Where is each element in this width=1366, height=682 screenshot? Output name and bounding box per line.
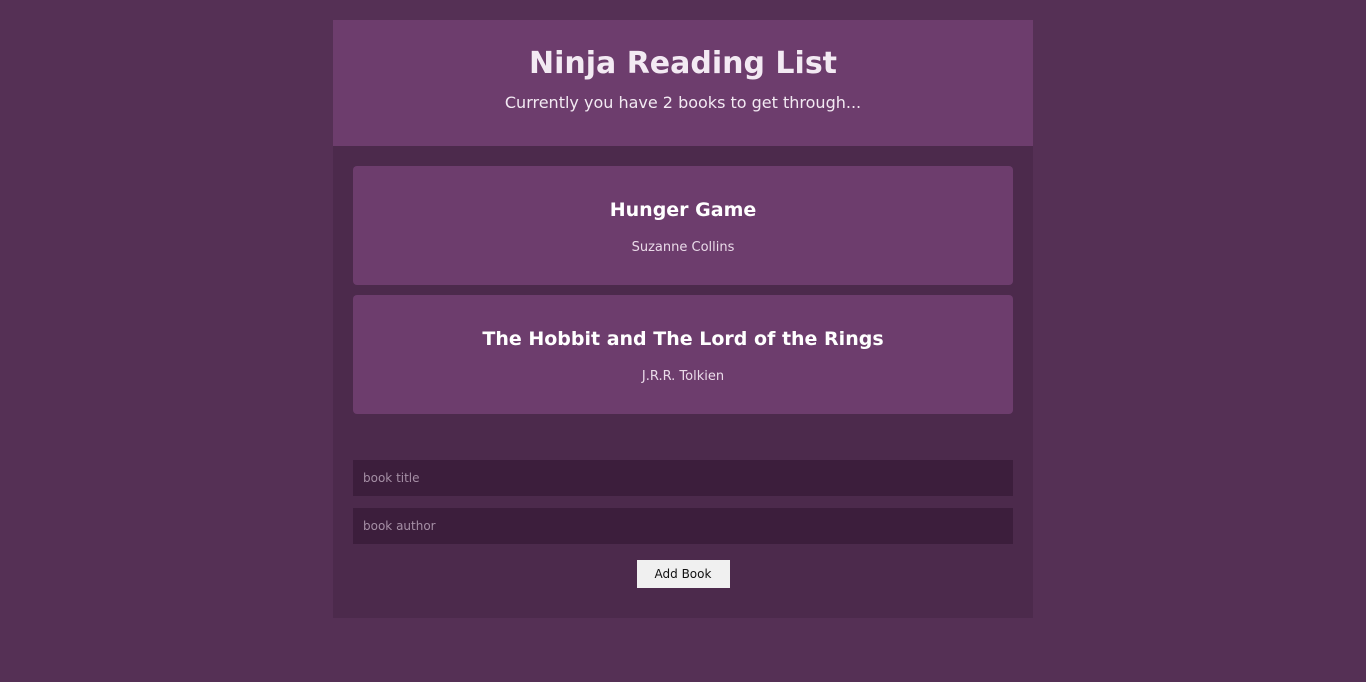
reading-list-app: Ninja Reading List Currently you have 2 … xyxy=(333,20,1033,618)
book-title: Hunger Game xyxy=(609,199,757,221)
book-author-input[interactable] xyxy=(353,508,1013,544)
book-card[interactable]: Hunger Game Suzanne Collins xyxy=(353,166,1013,285)
form-actions: Add Book xyxy=(353,556,1013,588)
book-card[interactable]: The Hobbit and The Lord of the Rings J.R… xyxy=(353,295,1013,414)
book-author: J.R.R. Tolkien xyxy=(641,369,725,384)
add-book-form: Add Book xyxy=(353,460,1013,588)
book-list: Hunger Game Suzanne Collins The Hobbit a… xyxy=(333,146,1033,414)
page-title: Ninja Reading List xyxy=(528,46,838,81)
book-title: The Hobbit and The Lord of the Rings xyxy=(482,328,884,350)
book-title-input[interactable] xyxy=(353,460,1013,496)
books-count-subtitle: Currently you have 2 books to get throug… xyxy=(504,93,862,112)
book-author: Suzanne Collins xyxy=(631,240,735,255)
add-book-button[interactable]: Add Book xyxy=(636,560,730,588)
navbar: Ninja Reading List Currently you have 2 … xyxy=(333,20,1033,146)
